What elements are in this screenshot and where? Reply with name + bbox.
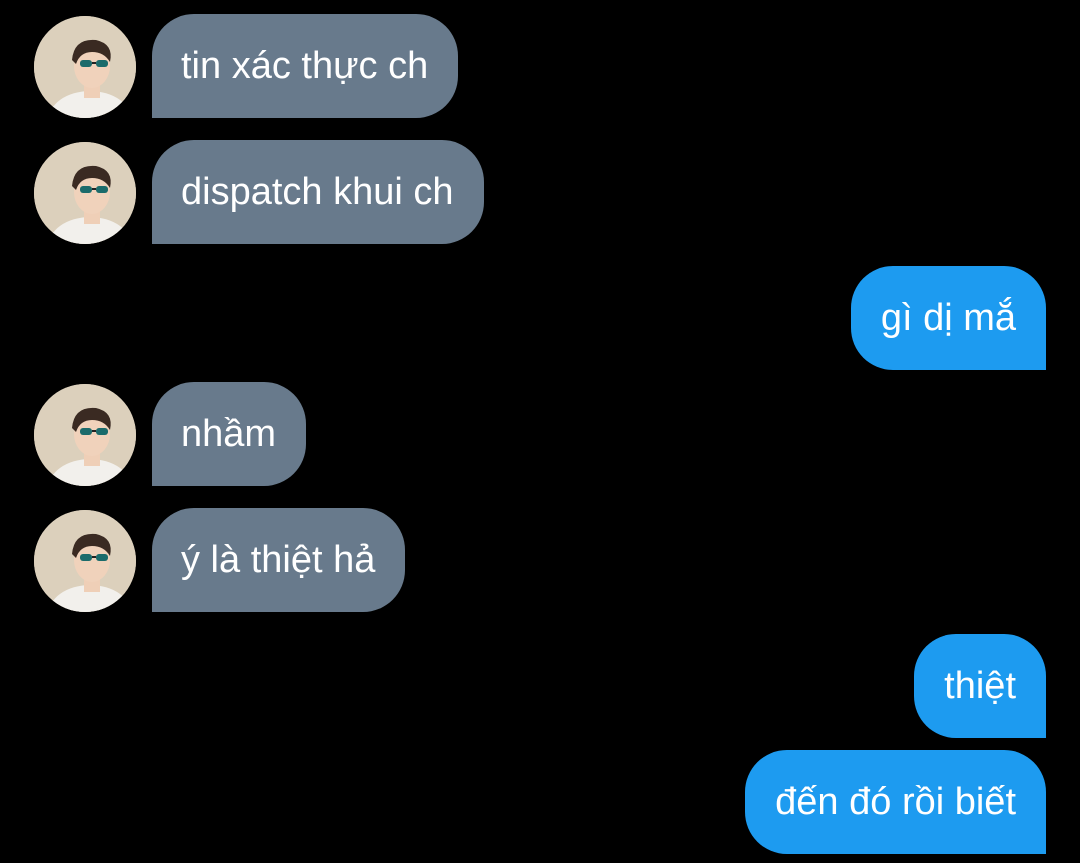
avatar[interactable]: [34, 142, 136, 244]
avatar[interactable]: [34, 384, 136, 486]
avatar-photo-icon: [34, 142, 136, 244]
message-bubble-outgoing[interactable]: thiệt: [914, 634, 1046, 738]
message-text: ý là thiệt hả: [181, 538, 376, 581]
avatar[interactable]: [34, 510, 136, 612]
avatar[interactable]: [34, 16, 136, 118]
avatar-photo-icon: [34, 510, 136, 612]
avatar-photo-icon: [34, 384, 136, 486]
message-text: tin xác thực ch: [181, 44, 429, 87]
message-bubble-incoming[interactable]: tin xác thực ch: [152, 14, 459, 118]
avatar-photo-icon: [34, 16, 136, 118]
message-bubble-incoming[interactable]: dispatch khui ch: [152, 140, 484, 244]
message-bubble-outgoing[interactable]: gì dị mắ: [850, 266, 1046, 370]
message-text: nhầm: [181, 412, 277, 455]
message-text: đến đó rồi biết: [775, 780, 1016, 823]
message-text: thiệt: [944, 664, 1016, 707]
message-text: dispatch khui ch: [181, 170, 454, 213]
message-bubble-outgoing[interactable]: đến đó rồi biết: [745, 750, 1046, 854]
message-text: gì dị mắ: [880, 296, 1016, 339]
message-bubble-incoming[interactable]: nhầm: [152, 382, 307, 486]
message-bubble-incoming[interactable]: ý là thiệt hả: [152, 508, 406, 612]
